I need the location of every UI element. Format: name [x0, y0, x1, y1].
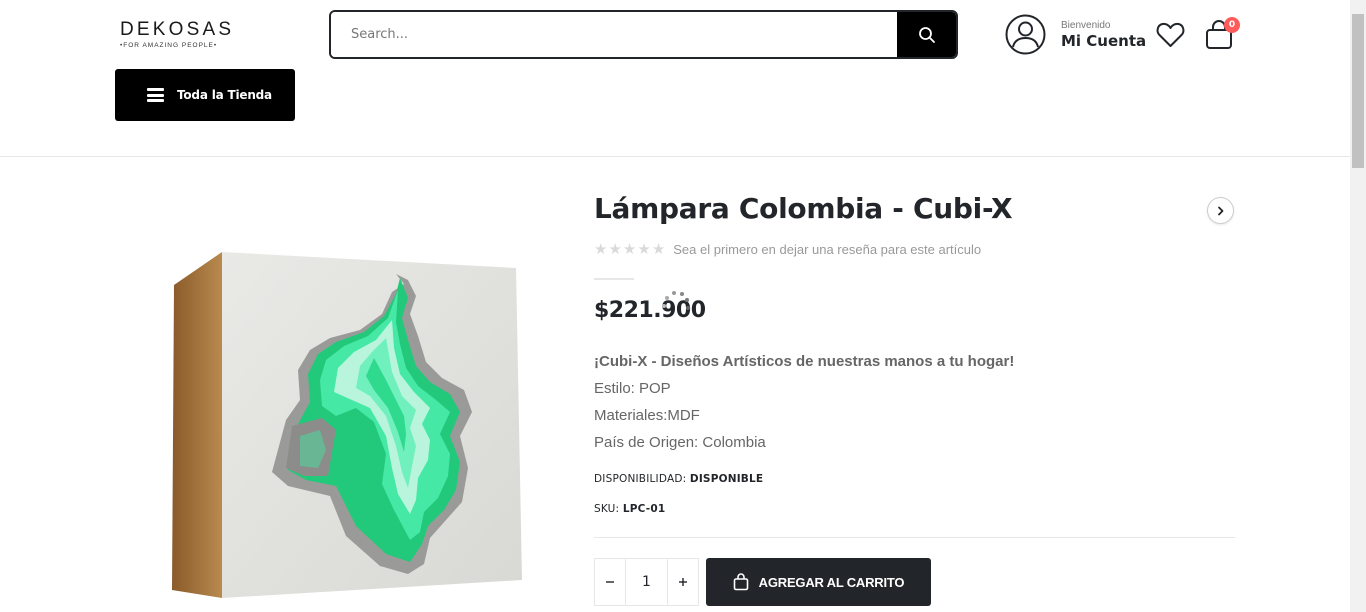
- cart-count-badge: 0: [1224, 17, 1240, 33]
- product-rating: ★ ★ ★ ★ ★ Sea el primero en dejar una re…: [594, 241, 981, 257]
- scrollbar-thumb[interactable]: [1352, 14, 1364, 168]
- scrollbar[interactable]: [1350, 0, 1366, 612]
- all-store-button[interactable]: Toda la Tienda: [115, 69, 295, 121]
- add-to-cart-label: AGREGAR AL CARRITO: [758, 574, 905, 590]
- sku-label: SKU:: [594, 503, 620, 515]
- product-description: ¡Cubi-X - Diseños Artísticos de nuestras…: [594, 348, 1014, 456]
- star-icon: ★: [594, 240, 608, 258]
- meta-divider: [594, 537, 1235, 538]
- welcome-text: Bienvenido: [1061, 19, 1111, 31]
- quantity-input[interactable]: 1: [625, 559, 668, 605]
- my-account-label: Mi Cuenta: [1061, 31, 1147, 50]
- decrement-button[interactable]: [595, 559, 625, 605]
- sku-value: LPC-01: [622, 503, 666, 515]
- description-line: País de Origen: Colombia: [594, 434, 766, 451]
- account-link[interactable]: Bienvenido Mi Cuenta: [1005, 14, 1146, 55]
- availability-label: DISPONIBILIDAD:: [594, 473, 687, 485]
- star-icon: ★: [651, 240, 666, 258]
- search-bar: [329, 10, 958, 59]
- description-lead: ¡Cubi-X - Diseños Artísticos de nuestras…: [594, 353, 1015, 370]
- description-line: Materiales:MDF: [594, 407, 700, 424]
- logo[interactable]: DEKOSAS •FOR AMAZING PEOPLE•: [120, 20, 236, 50]
- quantity-stepper: 1: [594, 558, 699, 606]
- chevron-right-icon: [1217, 206, 1223, 215]
- search-icon: [918, 26, 935, 43]
- description-line: Estilo: POP: [594, 380, 671, 397]
- loading-spinner-icon: [662, 291, 690, 310]
- price-divider: [594, 278, 634, 280]
- increment-button[interactable]: [668, 559, 698, 605]
- search-input[interactable]: [331, 12, 897, 57]
- sku: SKU: LPC-01: [594, 503, 665, 515]
- review-link[interactable]: Sea el primero en dejar una reseña para …: [673, 242, 981, 257]
- star-icon: ★: [637, 240, 651, 258]
- plus-icon: [679, 578, 687, 586]
- logo-name: DEKOSAS: [120, 19, 235, 40]
- all-store-label: Toda la Tienda: [177, 88, 272, 102]
- logo-tagline: •FOR AMAZING PEOPLE•: [120, 42, 218, 49]
- menu-icon: [147, 88, 164, 102]
- shopping-bag-icon: [733, 573, 748, 591]
- star-icon: ★: [622, 240, 637, 258]
- next-product-button[interactable]: [1207, 197, 1234, 224]
- rating-stars: ★ ★ ★ ★ ★: [594, 241, 665, 257]
- user-icon: [1005, 14, 1046, 55]
- availability-value: DISPONIBLE: [689, 473, 764, 485]
- product-title: Lámpara Colombia - Cubi-X: [594, 192, 1013, 225]
- minus-icon: [606, 581, 614, 583]
- product-image[interactable]: [160, 240, 540, 612]
- search-button[interactable]: [897, 12, 956, 57]
- heart-icon[interactable]: [1156, 22, 1185, 48]
- add-to-cart-button[interactable]: AGREGAR AL CARRITO: [706, 558, 931, 606]
- star-icon: ★: [608, 240, 622, 258]
- header-divider: [0, 156, 1350, 157]
- availability: DISPONIBILIDAD: DISPONIBLE: [594, 473, 763, 485]
